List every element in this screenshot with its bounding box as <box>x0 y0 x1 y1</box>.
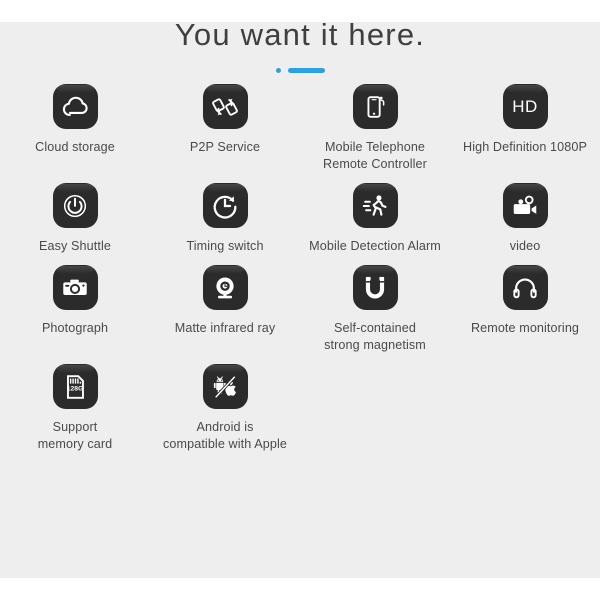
feature-label: Photograph <box>42 320 108 337</box>
feature-item-cloud-storage[interactable]: Cloud storage <box>0 84 150 173</box>
feature-item-memory-card[interactable]: 128G Support memory card <box>0 364 150 453</box>
photo-camera-icon <box>52 265 98 310</box>
feature-item-easy-shuttle[interactable]: Easy Shuttle <box>0 183 150 255</box>
hd-badge-icon: HD <box>502 84 548 129</box>
feature-label: Cloud storage <box>35 139 115 156</box>
label-line: Cloud storage <box>35 140 115 154</box>
headphones-icon <box>502 265 548 310</box>
feature-item-video[interactable]: video <box>450 183 600 255</box>
power-button-icon <box>52 183 98 228</box>
video-camera-icon <box>502 183 548 228</box>
feature-label: P2P Service <box>190 139 260 156</box>
webcam-icon <box>202 265 248 310</box>
feature-item-remote-monitoring[interactable]: Remote monitoring <box>450 265 600 354</box>
label-line: Photograph <box>41 321 109 335</box>
feature-grid: Cloud storage P2P Service Mobile Telepho… <box>0 84 600 463</box>
feature-label: High Definition 1080P <box>463 139 587 156</box>
magnet-icon <box>352 265 398 310</box>
feature-label: Remote monitoring <box>471 320 579 337</box>
p2p-transfer-icon <box>202 84 248 129</box>
feature-item-high-definition[interactable]: HD High Definition 1080P <box>450 84 600 173</box>
label-line: Self-contained <box>334 321 416 335</box>
feature-item-motion-detection[interactable]: Mobile Detection Alarm <box>300 183 450 255</box>
cloud-icon <box>52 84 98 129</box>
feature-row: Cloud storage P2P Service Mobile Telepho… <box>0 84 600 173</box>
feature-item-android-apple[interactable]: Android is compatible with Apple <box>150 364 300 453</box>
timer-clock-icon <box>202 183 248 228</box>
label-line: video <box>509 239 541 253</box>
page-title: You want it here. <box>174 17 426 52</box>
feature-label: Self-contained strong magnetism <box>324 320 426 354</box>
feature-item-photograph[interactable]: Photograph <box>0 265 150 354</box>
feature-item-magnetism[interactable]: Self-contained strong magnetism <box>300 265 450 354</box>
feature-item-p2p-service[interactable]: P2P Service <box>150 84 300 173</box>
feature-label: Matte infrared ray <box>175 320 276 337</box>
label-line: compatible with Apple <box>163 437 287 451</box>
feature-item-infrared[interactable]: Matte infrared ray <box>150 265 300 354</box>
accent-dot-icon <box>275 67 281 73</box>
memory-card-capacity-text: 128G <box>67 385 84 392</box>
running-person-icon <box>352 183 398 228</box>
accent-divider <box>0 64 600 76</box>
feature-label: video <box>510 238 541 255</box>
label-line: High Definition 1080P <box>463 140 587 154</box>
label-line: Android is <box>196 420 254 434</box>
label-line: Mobile Telephone <box>324 140 426 154</box>
label-line: P2P Service <box>189 140 261 154</box>
label-line: Mobile Detection Alarm <box>309 239 441 253</box>
smartphone-remote-icon <box>352 84 398 129</box>
label-line: Support <box>52 420 98 434</box>
feature-label: Easy Shuttle <box>39 238 111 255</box>
feature-row: 128G Support memory card Android is comp… <box>0 364 600 453</box>
label-line: Remote monitoring <box>470 321 580 335</box>
feature-label: Support memory card <box>38 419 113 453</box>
feature-grid-page: You want it here. Cloud storage P2P Serv… <box>0 0 600 600</box>
feature-label: Mobile Telephone Remote Controller <box>323 139 427 173</box>
memory-card-icon: 128G <box>52 364 98 409</box>
android-apple-icon <box>202 364 248 409</box>
feature-label: Mobile Detection Alarm <box>309 238 441 255</box>
label-line: Remote Controller <box>323 157 427 171</box>
label-line: Matte infrared ray <box>174 321 276 335</box>
label-line: Easy Shuttle <box>39 239 111 253</box>
feature-item-timing-switch[interactable]: Timing switch <box>150 183 300 255</box>
accent-bar-icon <box>287 67 325 73</box>
feature-item-mobile-remote[interactable]: Mobile Telephone Remote Controller <box>300 84 450 173</box>
feature-label: Android is compatible with Apple <box>163 419 287 453</box>
label-line: Timing switch <box>186 239 264 253</box>
label-line: strong magnetism <box>324 338 426 352</box>
feature-row: Photograph Matte infrared ray Self-conta… <box>0 265 600 354</box>
label-line: memory card <box>37 437 113 451</box>
hd-badge-text: HD <box>512 96 538 116</box>
feature-label: Timing switch <box>186 238 263 255</box>
feature-row: Easy Shuttle Timing switch Mobile Detect… <box>0 183 600 255</box>
header: You want it here. <box>0 0 600 73</box>
